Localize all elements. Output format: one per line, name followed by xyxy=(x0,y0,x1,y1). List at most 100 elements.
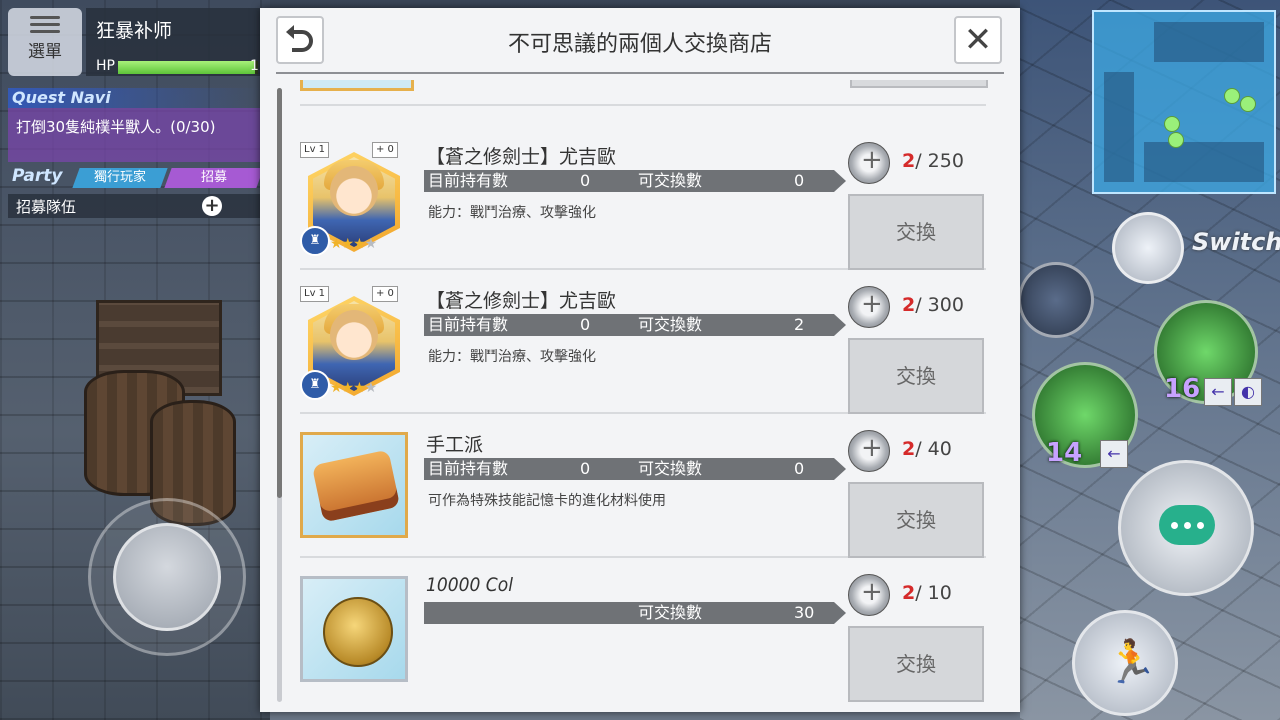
joystick-knob[interactable] xyxy=(113,523,221,631)
gold-coin-icon xyxy=(323,597,393,667)
held-value: 0 xyxy=(580,171,591,190)
exchangeable-value: 0 xyxy=(794,459,805,478)
item-thumbnail xyxy=(300,80,414,91)
exchange-button[interactable]: 交換 xyxy=(848,482,984,558)
recruit-team-label: 招募隊伍 xyxy=(16,198,77,216)
cost-have: 2 xyxy=(902,150,916,172)
item-description: 可作為特殊技能記憶卡的進化材料使用 xyxy=(428,493,666,509)
plus-badge: + 0 xyxy=(372,142,398,158)
held-label: 目前持有數 xyxy=(428,171,509,190)
running-icon: 🏃 xyxy=(1105,637,1158,686)
party-label: Party xyxy=(12,166,63,186)
hp-bar xyxy=(118,61,258,74)
header-divider xyxy=(276,72,1004,74)
tab-solo-player[interactable]: 獨行玩家 xyxy=(72,168,168,188)
exchange-button[interactable] xyxy=(850,80,988,88)
close-icon: ✕ xyxy=(963,20,993,60)
exchangeable-label: 可交換數 xyxy=(638,603,703,622)
silver-medal-icon xyxy=(848,286,890,328)
item-description: 能力：戰鬥治療、攻擊強化 xyxy=(428,205,596,221)
plus-badge: + 0 xyxy=(372,286,398,302)
minimap-area xyxy=(1144,142,1264,182)
quest-navi-panel[interactable]: 打倒30隻純樸半獸人。(0/30) xyxy=(8,108,260,162)
exchange-shop-dialog: 不可思議的兩個人交換商店 ✕ Lv 1 + 0 ♜ ★★★★ 【蒼之修劍士】尤吉… xyxy=(260,8,1020,712)
held-value: 0 xyxy=(580,315,591,334)
item-name: 【蒼之修劍士】尤吉歐 xyxy=(426,290,617,312)
character-card[interactable]: Lv 1 + 0 ♜ ★★★★ xyxy=(300,142,408,256)
exchange-button[interactable]: 交換 xyxy=(848,338,984,414)
minimap-marker xyxy=(1168,132,1184,148)
cost-need: / 250 xyxy=(915,150,964,172)
silver-medal-icon xyxy=(848,142,890,184)
skill-button-swap[interactable] xyxy=(1018,262,1094,338)
recruit-team-button[interactable]: 招募隊伍 + xyxy=(8,194,260,218)
cost-text: 2/ 250 xyxy=(902,150,964,172)
exchange-button[interactable]: 交換 xyxy=(848,194,984,270)
plus-icon: + xyxy=(202,196,222,216)
exchangeable-value: 30 xyxy=(794,603,815,622)
skill-moon-icon: ◐ xyxy=(1234,378,1262,406)
held-value: 0 xyxy=(580,459,591,478)
item-description: 能力：戰鬥治療、攻擊強化 xyxy=(428,349,596,365)
chat-icon xyxy=(1159,505,1215,545)
cost-have: 2 xyxy=(902,582,916,604)
menu-button[interactable]: 選單 xyxy=(8,8,82,76)
item-card[interactable] xyxy=(300,432,408,538)
scrollbar-thumb[interactable] xyxy=(277,88,282,498)
held-label: 目前持有數 xyxy=(428,459,509,478)
minimap[interactable] xyxy=(1092,10,1276,194)
item-name: 10000 Col xyxy=(426,574,513,596)
minimap-marker xyxy=(1164,116,1180,132)
hp-value: 1 xyxy=(250,58,259,74)
exchangeable-value: 2 xyxy=(794,315,805,334)
list-item-partial xyxy=(300,80,988,106)
item-stat-bar: 目前持有數 0 可交換數 0 xyxy=(424,458,846,480)
shop-item-list[interactable]: Lv 1 + 0 ♜ ★★★★ 【蒼之修劍士】尤吉歐 目前持有數 0 可交換數 … xyxy=(276,80,1004,712)
item-stat-bar: 目前持有數 0 可交換數 2 xyxy=(424,314,846,336)
exchangeable-label: 可交換數 xyxy=(638,315,703,334)
party-row: Party 獨行玩家 招募 xyxy=(8,166,264,190)
silver-medal-icon xyxy=(848,430,890,472)
skill-count-2: 14 xyxy=(1046,438,1083,468)
character-card[interactable]: Lv 1 + 0 ♜ ★★★★ xyxy=(300,286,408,400)
star-rating: ★★★★ xyxy=(330,236,377,252)
list-item: 手工派 目前持有數 0 可交換數 0 可作為特殊技能記憶卡的進化材料使用 2/ … xyxy=(300,414,986,558)
level-badge: Lv 1 xyxy=(300,286,330,302)
tab-recruit-label: 招募 xyxy=(200,170,227,185)
list-item: Lv 1 + 0 ♜ ★★★★ 【蒼之修劍士】尤吉歐 目前持有數 0 可交換數 … xyxy=(300,270,986,414)
cost-text: 2/ 300 xyxy=(902,294,964,316)
hamburger-icon xyxy=(30,16,60,33)
exchange-button[interactable]: 交換 xyxy=(848,626,984,702)
class-icon: ♜ xyxy=(300,370,330,400)
list-item: Lv 1 + 0 ♜ ★★★★ 【蒼之修劍士】尤吉歐 目前持有數 0 可交換數 … xyxy=(300,126,986,270)
list-item: 10000 Col 可交換數 30 2/ 10 交換 xyxy=(300,558,986,702)
tab-recruit[interactable]: 招募 xyxy=(164,168,264,188)
sprint-button[interactable]: 🏃 xyxy=(1072,610,1178,716)
skill-arrow-icon: ← xyxy=(1204,378,1232,406)
switch-button[interactable] xyxy=(1112,212,1184,284)
player-name: 狂暴补师 xyxy=(96,20,173,42)
minimap-area xyxy=(1154,22,1264,62)
dialog-header: 不可思議的兩個人交換商店 ✕ xyxy=(260,8,1020,74)
minimap-marker xyxy=(1224,88,1240,104)
hp-bar-fill xyxy=(118,61,256,74)
chat-button[interactable] xyxy=(1118,460,1254,596)
virtual-joystick[interactable] xyxy=(88,498,246,656)
cost-need: / 10 xyxy=(915,582,952,604)
exchangeable-label: 可交換數 xyxy=(638,459,703,478)
player-status: 狂暴补师 HP 1 xyxy=(86,8,260,76)
hp-label: HP xyxy=(96,58,115,74)
item-stat-bar: 可交換數 30 xyxy=(424,602,846,624)
star-rating: ★★★★ xyxy=(330,380,377,396)
item-card[interactable] xyxy=(300,576,408,682)
switch-label: Switch xyxy=(1192,228,1280,256)
menu-label: 選單 xyxy=(28,42,62,62)
item-stat-bar: 目前持有數 0 可交換數 0 xyxy=(424,170,846,192)
dialog-title: 不可思議的兩個人交換商店 xyxy=(507,32,772,57)
quest-navi-title: Quest Navi xyxy=(8,88,260,108)
cost-text: 2/ 10 xyxy=(902,582,952,604)
close-button[interactable]: ✕ xyxy=(954,16,1002,64)
item-name: 【蒼之修劍士】尤吉歐 xyxy=(426,146,617,168)
tab-solo-label: 獨行玩家 xyxy=(93,170,146,185)
cost-need: / 300 xyxy=(915,294,964,316)
